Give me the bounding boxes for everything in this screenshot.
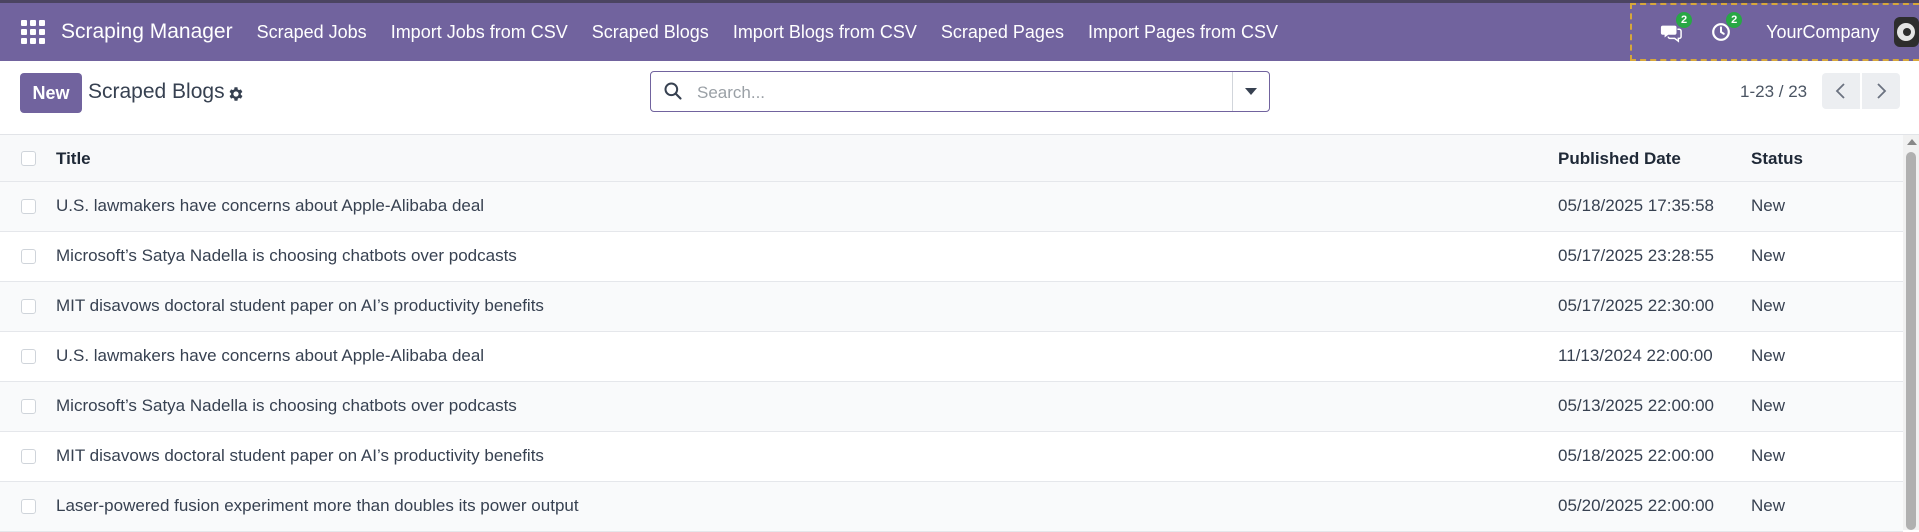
row-status: New	[1751, 296, 1786, 315]
row-published-date: 05/17/2025 23:28:55	[1558, 246, 1714, 265]
user-avatar[interactable]	[1893, 17, 1919, 47]
table-row[interactable]: U.S. lawmakers have concerns about Apple…	[0, 332, 1903, 382]
menu-import-jobs[interactable]: Import Jobs from CSV	[391, 22, 568, 43]
row-checkbox[interactable]	[21, 199, 36, 214]
search-input[interactable]	[695, 72, 1239, 113]
new-button[interactable]: New	[20, 73, 82, 113]
pager-previous-button[interactable]	[1822, 73, 1860, 109]
row-status: New	[1751, 496, 1786, 515]
row-status: New	[1751, 196, 1786, 215]
gear-icon[interactable]	[227, 85, 245, 103]
messages-badge: 2	[1676, 12, 1693, 28]
table-header: Title Published Date Status	[0, 135, 1903, 182]
select-all-checkbox[interactable]	[21, 151, 36, 166]
table-row[interactable]: Microsoft’s Satya Nadella is choosing ch…	[0, 382, 1903, 432]
row-published-date: 05/17/2025 22:30:00	[1558, 296, 1714, 315]
row-title: U.S. lawmakers have concerns about Apple…	[56, 196, 485, 215]
scroll-up-arrow-icon[interactable]	[1907, 139, 1917, 145]
row-published-date: 05/18/2025 22:00:00	[1558, 446, 1714, 465]
row-checkbox[interactable]	[21, 249, 36, 264]
menu-scraped-pages[interactable]: Scraped Pages	[941, 22, 1064, 43]
row-checkbox[interactable]	[21, 449, 36, 464]
row-status: New	[1751, 396, 1786, 415]
vertical-scrollbar[interactable]	[1903, 135, 1919, 530]
search-bar	[650, 71, 1270, 113]
table-row[interactable]: U.S. lawmakers have concerns about Apple…	[0, 182, 1903, 232]
row-published-date: 11/13/2024 22:00:00	[1558, 346, 1713, 365]
top-navbar: Scraping Manager Scraped Jobs Import Job…	[0, 0, 1919, 61]
row-title: Microsoft’s Satya Nadella is choosing ch…	[56, 396, 517, 415]
scrollbar-thumb[interactable]	[1906, 152, 1916, 530]
column-title[interactable]: Title	[56, 135, 91, 182]
pager-next-button[interactable]	[1862, 73, 1900, 109]
list-view: Title Published Date Status U.S. lawmake…	[0, 135, 1903, 532]
caret-down-icon	[1245, 88, 1257, 95]
row-status: New	[1751, 246, 1786, 265]
row-checkbox[interactable]	[21, 299, 36, 314]
row-checkbox[interactable]	[21, 349, 36, 364]
row-published-date: 05/18/2025 17:35:58	[1558, 196, 1714, 215]
app-brand[interactable]: Scraping Manager	[61, 20, 233, 44]
row-title: U.S. lawmakers have concerns about Apple…	[56, 346, 485, 365]
company-switcher[interactable]: YourCompany	[1766, 22, 1879, 43]
row-status: New	[1751, 346, 1786, 365]
row-title: Microsoft’s Satya Nadella is choosing ch…	[56, 246, 517, 265]
column-status[interactable]: Status	[1751, 135, 1803, 182]
activity-button[interactable]: 2	[1710, 12, 1743, 45]
row-published-date: 05/13/2025 22:00:00	[1558, 396, 1714, 415]
search-icon	[664, 82, 682, 100]
systray: 2 2 YourCompany	[1630, 3, 1919, 61]
chevron-right-icon	[1877, 83, 1887, 99]
row-published-date: 05/20/2025 22:00:00	[1558, 496, 1714, 515]
row-status: New	[1751, 446, 1786, 465]
page-title[interactable]: Scraped Blogs	[88, 80, 225, 104]
row-checkbox[interactable]	[21, 399, 36, 414]
activities-badge: 2	[1726, 12, 1743, 28]
menu-import-pages[interactable]: Import Pages from CSV	[1088, 22, 1278, 43]
table-row[interactable]: Laser-powered fusion experiment more tha…	[0, 482, 1903, 532]
table-row[interactable]: MIT disavows doctoral student paper on A…	[0, 282, 1903, 332]
chevron-left-icon	[1835, 83, 1845, 99]
apps-menu-icon[interactable]	[21, 20, 45, 44]
row-title: MIT disavows doctoral student paper on A…	[56, 296, 544, 315]
menu-scraped-jobs[interactable]: Scraped Jobs	[257, 22, 367, 43]
messaging-button[interactable]: 2	[1660, 12, 1693, 45]
search-options-toggle[interactable]	[1232, 72, 1269, 111]
control-panel: New Scraped Blogs 1-23 / 23	[0, 61, 1919, 135]
row-title: Laser-powered fusion experiment more tha…	[56, 496, 579, 515]
row-title: MIT disavows doctoral student paper on A…	[56, 446, 544, 465]
menu-import-blogs[interactable]: Import Blogs from CSV	[733, 22, 917, 43]
table-row[interactable]: MIT disavows doctoral student paper on A…	[0, 432, 1903, 482]
column-published-date[interactable]: Published Date	[1558, 135, 1681, 182]
menu-scraped-blogs[interactable]: Scraped Blogs	[592, 22, 709, 43]
pager-value[interactable]: 1-23 / 23	[1740, 82, 1807, 102]
row-checkbox[interactable]	[21, 499, 36, 514]
table-row[interactable]: Microsoft’s Satya Nadella is choosing ch…	[0, 232, 1903, 282]
